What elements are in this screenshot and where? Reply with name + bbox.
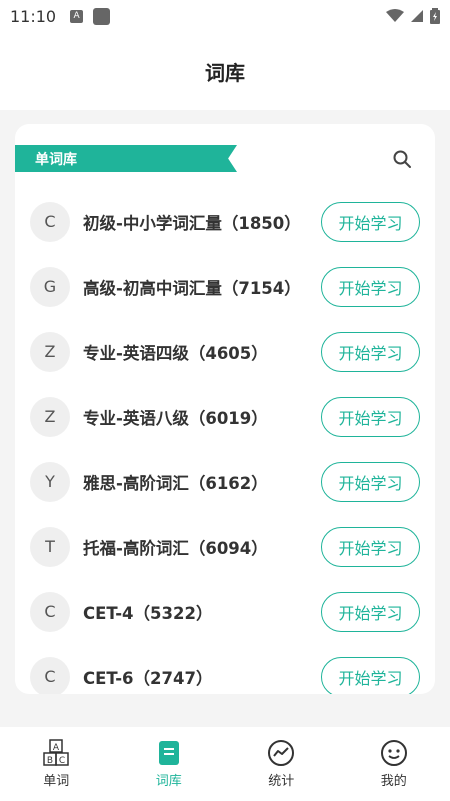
list-item[interactable]: Y 雅思-高阶词汇（6162） 开始学习 bbox=[15, 449, 435, 514]
start-learning-button[interactable]: 开始学习 bbox=[321, 266, 420, 307]
abc-blocks-icon: A B C bbox=[43, 739, 69, 766]
a-notification-icon: A bbox=[70, 9, 84, 23]
tab-label: 我的 bbox=[380, 774, 407, 789]
book-title: 雅思-高阶词汇（6162） bbox=[83, 473, 268, 493]
chart-icon bbox=[268, 740, 295, 766]
start-learning-button[interactable]: 开始学习 bbox=[321, 461, 420, 502]
start-learning-button[interactable]: 开始学习 bbox=[321, 526, 420, 567]
section-label: 单词库 bbox=[35, 151, 77, 168]
tab-word-bank[interactable]: 词库 bbox=[113, 727, 226, 801]
book-initial-avatar: C bbox=[30, 591, 70, 632]
app-notification-icon bbox=[93, 7, 111, 25]
book-initial-avatar: C bbox=[30, 656, 70, 694]
tab-words[interactable]: A B C 单词 bbox=[0, 727, 113, 801]
tab-label: 统计 bbox=[268, 774, 295, 789]
wifi-icon bbox=[386, 9, 404, 22]
book-initial-avatar: T bbox=[30, 526, 70, 567]
search-icon[interactable] bbox=[392, 149, 412, 169]
word-bank-card: 单词库 C 初级-中小学词汇量（1850） 开始学习 G 高级-初高中词汇量（7… bbox=[15, 124, 435, 694]
book-initial-avatar: Y bbox=[30, 461, 70, 502]
title-bar: 词库 bbox=[0, 32, 450, 110]
start-learning-button[interactable]: 开始学习 bbox=[321, 396, 420, 437]
book-icon bbox=[158, 741, 179, 765]
status-icons bbox=[386, 8, 440, 24]
start-learning-button[interactable]: 开始学习 bbox=[321, 331, 420, 372]
book-title: 托福-高阶词汇（6094） bbox=[83, 538, 268, 558]
book-initial-avatar: G bbox=[30, 266, 70, 307]
book-title: 专业-英语四级（4605） bbox=[83, 343, 268, 363]
book-title: 初级-中小学词汇量（1850） bbox=[83, 213, 301, 233]
svg-text:C: C bbox=[59, 756, 65, 766]
book-initial-avatar: C bbox=[30, 201, 70, 242]
svg-text:A: A bbox=[53, 743, 60, 753]
battery-icon bbox=[430, 8, 440, 24]
page-title: 词库 bbox=[205, 60, 245, 85]
book-title: CET-4（5322） bbox=[83, 603, 213, 623]
start-learning-button[interactable]: 开始学习 bbox=[321, 201, 420, 242]
status-time: 11:10 bbox=[10, 6, 57, 26]
list-item[interactable]: Z 专业-英语八级（6019） 开始学习 bbox=[15, 384, 435, 449]
word-book-list: C 初级-中小学词汇量（1850） 开始学习 G 高级-初高中词汇量（7154）… bbox=[15, 189, 435, 694]
book-initial-avatar: Z bbox=[30, 331, 70, 372]
list-item[interactable]: T 托福-高阶词汇（6094） 开始学习 bbox=[15, 514, 435, 579]
bottom-tab-bar: A B C 单词 词库 统计 我的 bbox=[0, 727, 450, 801]
status-bar: 11:10 A bbox=[0, 0, 450, 32]
list-item[interactable]: C CET-4（5322） 开始学习 bbox=[15, 579, 435, 644]
tab-mine[interactable]: 我的 bbox=[338, 727, 450, 801]
book-initial-avatar: Z bbox=[30, 396, 70, 437]
book-title: 高级-初高中词汇量（7154） bbox=[83, 278, 301, 298]
start-learning-button[interactable]: 开始学习 bbox=[321, 656, 420, 694]
book-title: 专业-英语八级（6019） bbox=[83, 408, 268, 428]
list-item[interactable]: C CET-6（2747） 开始学习 bbox=[15, 644, 435, 694]
tab-stats[interactable]: 统计 bbox=[225, 727, 338, 801]
tab-label: 单词 bbox=[43, 774, 70, 789]
section-ribbon: 单词库 bbox=[15, 145, 237, 172]
start-learning-button[interactable]: 开始学习 bbox=[321, 591, 420, 632]
book-title: CET-6（2747） bbox=[83, 668, 213, 688]
svg-text:B: B bbox=[47, 756, 53, 766]
list-item[interactable]: Z 专业-英语四级（4605） 开始学习 bbox=[15, 319, 435, 384]
tab-label: 词库 bbox=[155, 774, 182, 789]
signal-icon bbox=[411, 10, 423, 22]
list-item[interactable]: C 初级-中小学词汇量（1850） 开始学习 bbox=[15, 189, 435, 254]
face-icon bbox=[380, 740, 407, 766]
list-item[interactable]: G 高级-初高中词汇量（7154） 开始学习 bbox=[15, 254, 435, 319]
